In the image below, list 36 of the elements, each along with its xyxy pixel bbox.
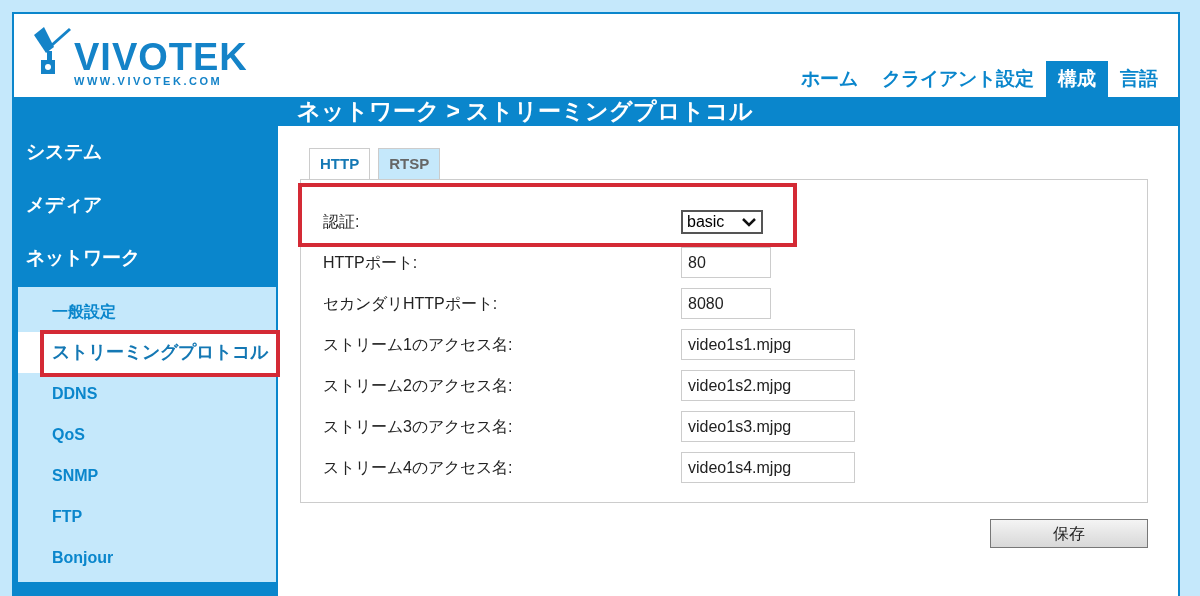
text-field[interactable]: video1s2.mjpg [681, 370, 855, 401]
logo-wordmark: VIVOTEK [74, 39, 248, 75]
text-field[interactable]: 80 [681, 247, 771, 278]
field-label: ストリーム3のアクセス名: [323, 416, 514, 437]
text-field[interactable]: video1s1.mjpg [681, 329, 855, 360]
sidebar-item[interactable]: SNMP [18, 455, 276, 496]
sidebar-item[interactable]: QoS [18, 414, 276, 455]
camera-logo-icon [32, 25, 72, 75]
sidebar-item[interactable]: 一般設定 [18, 291, 276, 332]
field-label: ストリーム2のアクセス名: [323, 375, 514, 396]
nav-tab[interactable]: 構成 [1046, 61, 1108, 97]
sidebar-item[interactable]: DDNS [18, 373, 276, 414]
sidebar-section[interactable]: ネットワーク [14, 232, 278, 285]
field-label: 認証: [323, 211, 361, 232]
text-field[interactable]: 8080 [681, 288, 771, 319]
sidebar-item[interactable]: FTP [18, 496, 276, 537]
sidebar-section[interactable]: メディア [14, 179, 278, 232]
sidebar-item[interactable]: ストリーミングプロトコル [18, 332, 276, 373]
auth-select[interactable]: basic [681, 209, 763, 234]
field-label: ストリーム4のアクセス名: [323, 457, 514, 478]
logo-url: WWW.VIVOTEK.COM [74, 75, 224, 87]
nav-tab[interactable]: ホーム [789, 61, 870, 97]
protocol-tab[interactable]: RTSP [378, 148, 441, 179]
chevron-down-icon [741, 216, 757, 227]
page-title: ネットワーク > ストリーミングプロトコル [297, 97, 754, 127]
sidebar-section[interactable]: システム [14, 126, 278, 179]
save-button[interactable]: 保存 [990, 519, 1148, 548]
field-label: セカンダリHTTPポート: [323, 293, 499, 314]
field-label: ストリーム1のアクセス名: [323, 334, 514, 355]
sidebar-item[interactable]: Bonjour [18, 537, 276, 578]
protocol-tab[interactable]: HTTP [309, 148, 371, 179]
text-field[interactable]: video1s3.mjpg [681, 411, 855, 442]
nav-tab[interactable]: クライアント設定 [870, 61, 1046, 97]
nav-tab[interactable]: 言語 [1108, 61, 1170, 97]
field-label: HTTPポート: [323, 252, 419, 273]
text-field[interactable]: video1s4.mjpg [681, 452, 855, 483]
